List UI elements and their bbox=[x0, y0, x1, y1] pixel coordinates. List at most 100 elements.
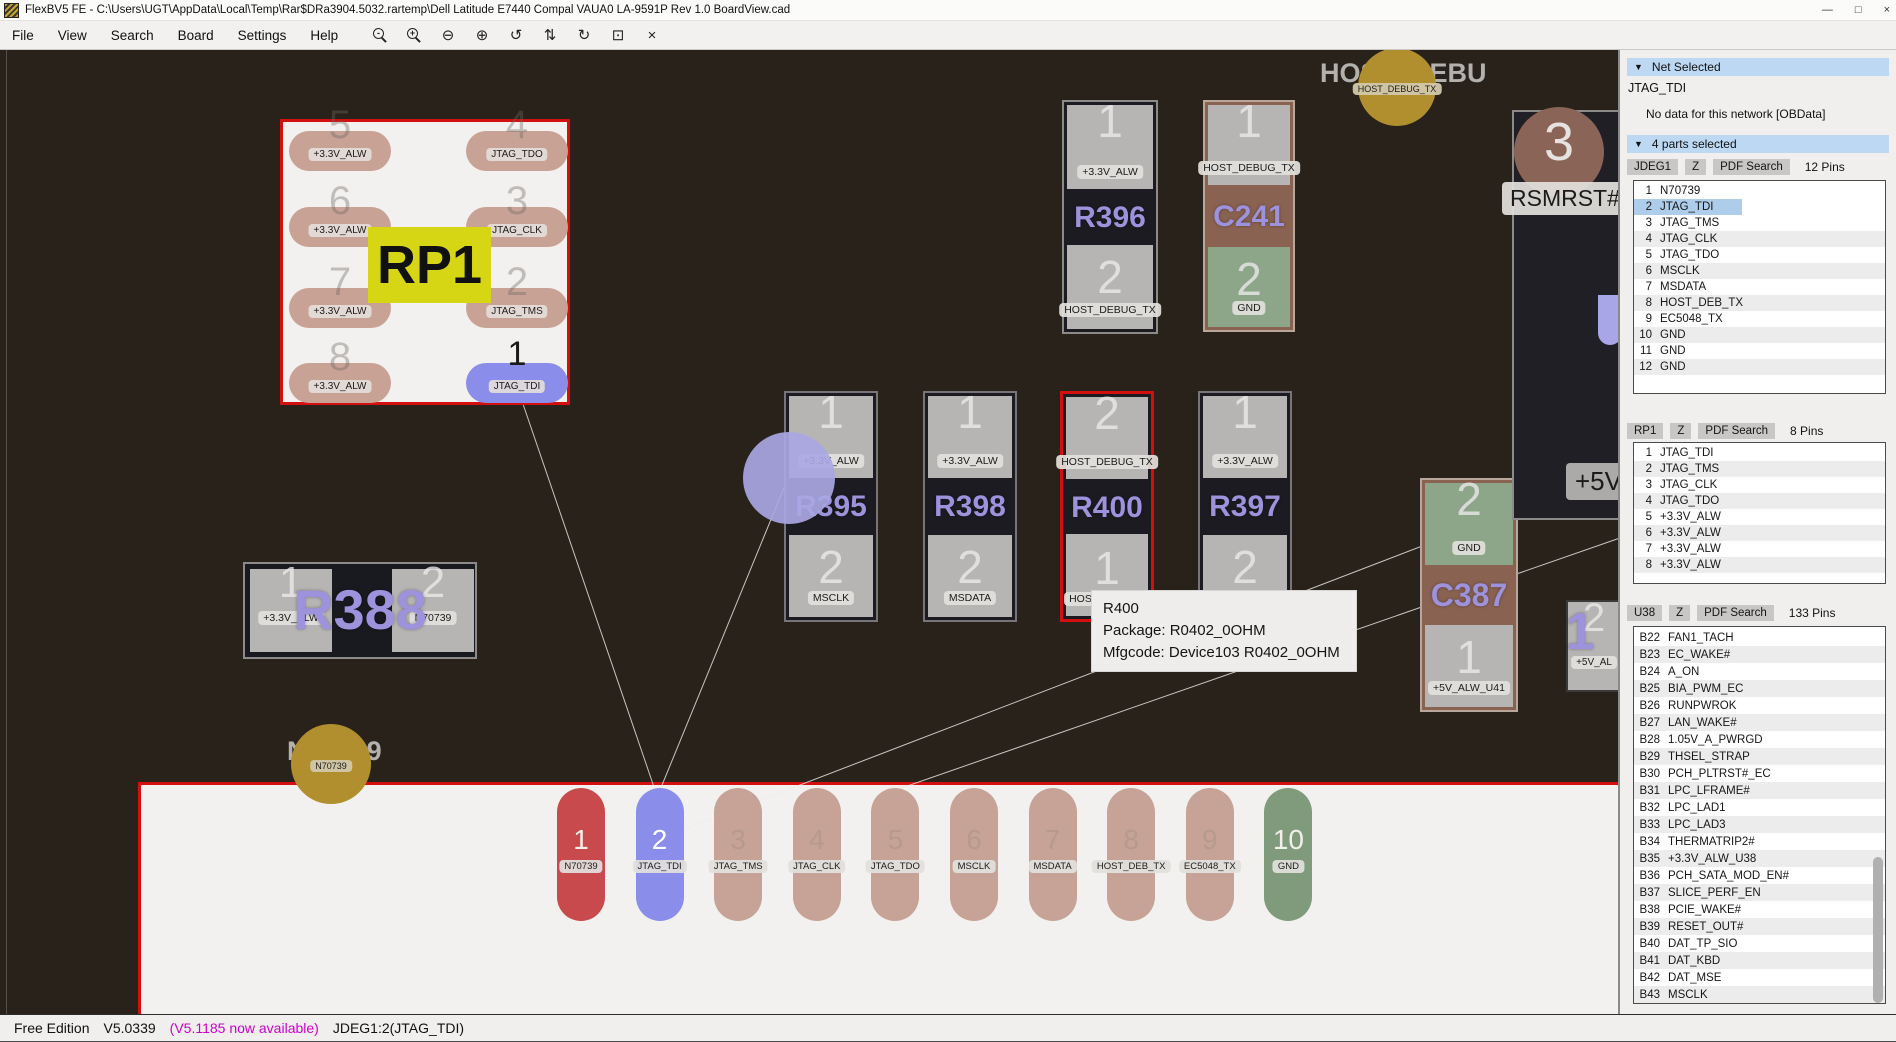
pin-list-item[interactable]: B29 THSEL_STRAP bbox=[1634, 748, 1885, 765]
pin-list-item[interactable]: B39 RESET_OUT# bbox=[1634, 918, 1885, 935]
pin-pad[interactable]: 1 +3.3V_ALW bbox=[250, 561, 332, 652]
pin-list-item[interactable]: 6 MSCLK bbox=[1634, 263, 1885, 279]
part-button-u38[interactable]: U38 bbox=[1627, 605, 1663, 621]
pin-list-item[interactable]: 8 +3.3V_ALW bbox=[1634, 557, 1885, 573]
component-r388[interactable]: 1 +3.3V_ALW 2 N70739 R388 bbox=[243, 561, 477, 659]
net-selected-header[interactable]: ▼ Net Selected bbox=[1627, 58, 1889, 76]
pin-list-item[interactable]: 4 JTAG_TDO bbox=[1634, 493, 1885, 509]
pin-list-item[interactable]: B33 LPC_LAD3 bbox=[1634, 816, 1885, 833]
minus-circle-icon[interactable]: ⊖ bbox=[438, 25, 458, 45]
menu-view[interactable]: View bbox=[46, 28, 99, 43]
zoom-to-part-button[interactable]: Z bbox=[1670, 423, 1692, 439]
pin-list-item[interactable]: B31 LPC_LFRAME# bbox=[1634, 782, 1885, 799]
component-partial[interactable]: 2 +5V_AL bbox=[1566, 598, 1618, 692]
pin-list-item[interactable]: B37 SLICE_PERF_EN bbox=[1634, 884, 1885, 901]
connector-pin-2[interactable]: 2 JTAG_TDI bbox=[632, 788, 687, 921]
pin-list-item[interactable]: 9 EC5048_TX bbox=[1634, 311, 1885, 327]
pin-list-item[interactable]: 12 GND bbox=[1634, 359, 1885, 375]
component-c387[interactable]: 2 1 GND +5V_ALW_U41 C387 bbox=[1420, 476, 1518, 712]
rotate-cw-icon[interactable]: ↻ bbox=[574, 25, 594, 45]
pin-list-item[interactable]: 1 JTAG_TDI bbox=[1634, 445, 1885, 461]
close-button[interactable]: × bbox=[1884, 4, 1890, 16]
menu-settings[interactable]: Settings bbox=[226, 28, 299, 43]
flip-vertical-icon[interactable]: ⇅ bbox=[540, 25, 560, 45]
connector-pin-10[interactable]: 10 GND bbox=[1264, 788, 1313, 921]
pin-list-item[interactable]: B34 THERMATRIP2# bbox=[1634, 833, 1885, 850]
pin-list-item[interactable]: B41 DAT_KBD bbox=[1634, 952, 1885, 969]
pin-list-item[interactable]: 4 JTAG_CLK bbox=[1634, 231, 1885, 247]
list-scrollbar-thumb[interactable] bbox=[1873, 857, 1883, 1003]
component-rp1[interactable]: +3.3V_ALW 5 +3.3V_ALW 6 +3.3V_ALW 7 +3.3V_ALW 8… bbox=[280, 105, 570, 405]
pin-list-item[interactable]: 6 +3.3V_ALW bbox=[1634, 525, 1885, 541]
pin-list-item[interactable]: 1 N70739 bbox=[1634, 183, 1885, 199]
connector-pin-6[interactable]: 6 MSCLK bbox=[950, 788, 998, 921]
connector-pin-1[interactable]: 1 N70739 bbox=[557, 788, 605, 921]
pin-list-item[interactable]: 10 GND bbox=[1634, 327, 1885, 343]
component-r397[interactable]: 12+3.3V_ALWEC5048_TXR397 bbox=[1198, 389, 1292, 622]
rotate-ccw-icon[interactable]: ↺ bbox=[506, 25, 526, 45]
component-c241[interactable]: 1 2 HOST_DEBUG_TX GND C241 bbox=[1198, 98, 1300, 332]
pin-list-item[interactable]: 7 +3.3V_ALW bbox=[1634, 541, 1885, 557]
pin-list-item[interactable]: B30 PCH_PLTRST#_EC bbox=[1634, 765, 1885, 782]
pin-list-item[interactable]: B36 PCH_SATA_MOD_EN# bbox=[1634, 867, 1885, 884]
rp1-pin-4[interactable]: JTAG_TDO bbox=[466, 131, 568, 171]
pin-list-item[interactable]: B23 EC_WAKE# bbox=[1634, 646, 1885, 663]
pin-list-item[interactable]: B42 DAT_MSE bbox=[1634, 969, 1885, 986]
component-r398[interactable]: 1 2 +3.3V_ALW MSDATA R398 bbox=[923, 389, 1017, 622]
menu-file[interactable]: File bbox=[0, 28, 46, 43]
pin-list-item[interactable]: B22 FAN1_TACH bbox=[1634, 629, 1885, 646]
part-button-rp1[interactable]: RP1 bbox=[1627, 423, 1664, 439]
component-r400[interactable]: 21HOST_DEBUG_TXHOST_DEB_TXR400 bbox=[1056, 390, 1158, 622]
pin-list-item[interactable]: B32 LPC_LAD1 bbox=[1634, 799, 1885, 816]
part-button-jdeg1[interactable]: JDEG1 bbox=[1627, 159, 1679, 175]
rp1-pin-5[interactable]: +3.3V_ALW bbox=[289, 131, 391, 171]
pin-list-item[interactable]: 5 +3.3V_ALW bbox=[1634, 509, 1885, 525]
pin-list-item[interactable]: 8 HOST_DEB_TX bbox=[1634, 295, 1885, 311]
rp1-pin-8[interactable]: +3.3V_ALW bbox=[289, 363, 391, 403]
pdf-search-button[interactable]: PDF Search bbox=[1697, 605, 1774, 621]
pin-list-item[interactable]: 5 JTAG_TDO bbox=[1634, 247, 1885, 263]
component-r396[interactable]: 1 2 +3.3V_ALW HOST_DEBUG_TX R396 bbox=[1059, 98, 1161, 334]
connector-pin-3[interactable]: 3 JTAG_TMS bbox=[708, 788, 768, 921]
maximize-button[interactable]: □ bbox=[1855, 4, 1862, 16]
pin-list-item[interactable]: B25 BIA_PWM_EC bbox=[1634, 680, 1885, 697]
close-view-icon[interactable]: × bbox=[642, 25, 662, 45]
zoom-to-part-button[interactable]: Z bbox=[1685, 159, 1707, 175]
connector-pin-7[interactable]: 7 MSDATA bbox=[1028, 788, 1077, 921]
pin-list-item[interactable]: 7 MSDATA bbox=[1634, 279, 1885, 295]
center-view-icon[interactable]: ⊡ bbox=[608, 25, 628, 45]
pin-list-item[interactable]: B28 1.05V_A_PWRGD bbox=[1634, 731, 1885, 748]
pin-list-item[interactable]: B26 RUNPWROK bbox=[1634, 697, 1885, 714]
pin-list-item[interactable]: B43 MSCLK bbox=[1634, 986, 1885, 1003]
board-canvas[interactable]: R400 Package: R0402_0OHM Mfgcode: Device… bbox=[0, 50, 1620, 1014]
rp1-pin-1[interactable]: JTAG_TDI bbox=[466, 363, 568, 403]
connector-pin-9[interactable]: 9 EC5048_TX bbox=[1178, 788, 1241, 921]
pdf-search-button[interactable]: PDF Search bbox=[1698, 423, 1776, 439]
pin-list-item[interactable]: B24 A_ON bbox=[1634, 663, 1885, 680]
pin-pad[interactable]: 2 N70739 bbox=[392, 561, 474, 652]
zoom-to-part-button[interactable]: Z bbox=[1669, 605, 1691, 621]
menu-board[interactable]: Board bbox=[166, 28, 226, 43]
pin-list-item[interactable]: 2 JTAG_TMS bbox=[1634, 461, 1885, 477]
pin-list-item[interactable]: 3 JTAG_TMS bbox=[1634, 215, 1885, 231]
via-highlight[interactable] bbox=[743, 432, 835, 524]
connector-pin-4[interactable]: 4 JTAG_CLK bbox=[788, 788, 846, 921]
pin-list-item[interactable]: 2 JTAG_TDI bbox=[1634, 199, 1885, 215]
pin-list-item[interactable]: 3 JTAG_CLK bbox=[1634, 477, 1885, 493]
plus-circle-icon[interactable]: ⊕ bbox=[472, 25, 492, 45]
minimize-button[interactable]: — bbox=[1822, 4, 1833, 16]
zoom-in-icon[interactable]: + bbox=[404, 25, 424, 45]
menu-help[interactable]: Help bbox=[298, 28, 350, 43]
parts-selected-header[interactable]: ▼ 4 parts selected bbox=[1627, 135, 1889, 153]
pin-pad[interactable] bbox=[1208, 247, 1290, 327]
pin-list-item[interactable]: B40 DAT_TP_SIO bbox=[1634, 935, 1885, 952]
menu-search[interactable]: Search bbox=[99, 28, 166, 43]
pin-list-item[interactable]: B27 LAN_WAKE# bbox=[1634, 714, 1885, 731]
pin-list-item[interactable]: B38 PCIE_WAKE# bbox=[1634, 901, 1885, 918]
zoom-out-icon[interactable]: - bbox=[370, 25, 390, 45]
pdf-search-button[interactable]: PDF Search bbox=[1713, 159, 1790, 175]
pin-list-item[interactable]: B35 +3.3V_ALW_U38 bbox=[1634, 850, 1885, 867]
connector-pin-5[interactable]: 5 JTAG_TDO bbox=[865, 788, 925, 921]
connector-pin-8[interactable]: 8 HOST_DEB_TX bbox=[1091, 788, 1171, 921]
pin-list-item[interactable]: 11 GND bbox=[1634, 343, 1885, 359]
